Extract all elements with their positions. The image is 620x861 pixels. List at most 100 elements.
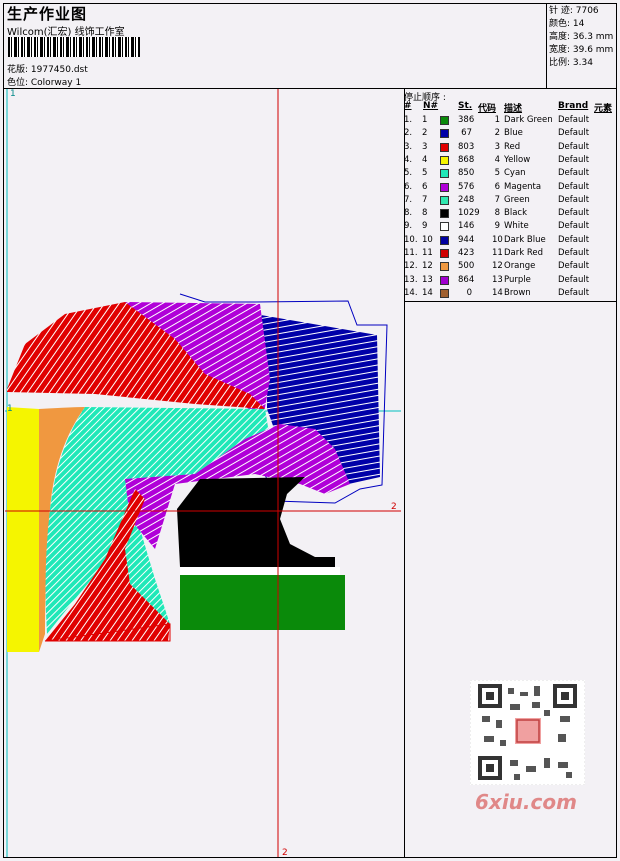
color-row: 1. 1 386 1 Dark Green Default xyxy=(404,115,616,128)
stitch-count-cell: 0 xyxy=(466,287,472,298)
stitch-count-cell: 850 xyxy=(458,168,475,179)
barcode xyxy=(8,37,140,57)
thread-color-swatch xyxy=(440,129,449,139)
color-code: 13 xyxy=(492,274,503,285)
thread-color-swatch xyxy=(440,262,449,272)
color-row: 4. 4 868 4 Yellow Default xyxy=(404,155,616,168)
thread-brand: Default xyxy=(558,141,590,152)
company-subtitle: Wilcom(汇宏) 线饰工作室 xyxy=(7,27,125,38)
row-number: 4. xyxy=(404,154,413,165)
color-description: Orange xyxy=(504,261,536,272)
row-number: 6. xyxy=(404,181,413,192)
color-code: 4 xyxy=(494,154,500,165)
needle-number: 11 xyxy=(422,248,433,258)
row-number: 9. xyxy=(404,221,413,232)
needle-number: 4 xyxy=(422,154,428,165)
thread-brand: Default xyxy=(558,287,590,298)
color-code: 11 xyxy=(492,248,503,258)
row-number: 7. xyxy=(404,194,413,205)
thread-brand: Default xyxy=(558,181,590,192)
color-description: Black xyxy=(504,208,527,219)
color-row: 3. 3 803 3 Red Default xyxy=(404,142,616,155)
row-number: 3. xyxy=(404,141,413,152)
color-row: 9. 9 146 9 White Default xyxy=(404,221,616,234)
file-name: 花版: 1977450.dst xyxy=(7,65,88,75)
needle-number: 3 xyxy=(422,141,428,152)
stitch-count-cell: 1029 xyxy=(458,208,480,219)
needle-number: 14 xyxy=(422,287,433,298)
color-description: Green xyxy=(504,194,530,205)
color-code: 5 xyxy=(494,168,500,179)
row-number: 14. xyxy=(404,287,418,298)
color-code: 1 xyxy=(494,115,500,125)
row-number: 11. xyxy=(404,248,418,258)
thread-brand: Default xyxy=(558,208,590,219)
color-row: 13. 13 864 13 Purple Default xyxy=(404,275,616,288)
needle-number: 1 xyxy=(422,115,428,125)
color-description: Dark Red xyxy=(504,248,544,258)
color-row: 5. 5 850 5 Cyan Default xyxy=(404,168,616,181)
thread-color-swatch xyxy=(440,182,449,192)
stitch-count-cell: 864 xyxy=(458,274,475,285)
colorway-label: 色位: Colorway 1 xyxy=(7,78,82,88)
thread-brand: Default xyxy=(558,274,590,285)
thread-brand: Default xyxy=(558,154,590,165)
row-number: 13. xyxy=(404,274,418,285)
axis-marker-cyan-left: 1 xyxy=(7,404,13,414)
thread-color-swatch xyxy=(440,155,449,165)
axis-marker-cyan-top: 1 xyxy=(10,89,16,99)
needle-number: 2 xyxy=(422,128,428,139)
thread-color-swatch xyxy=(440,288,449,298)
stitch-count-cell: 500 xyxy=(458,261,475,272)
col-header-st: St. xyxy=(458,101,473,111)
thread-brand: Default xyxy=(558,261,590,272)
qr-code xyxy=(470,680,585,785)
thread-brand: Default xyxy=(558,248,590,258)
color-code: 3 xyxy=(494,141,500,152)
thread-color-swatch xyxy=(440,275,449,285)
axis-marker-red-bottom: 2 xyxy=(282,848,288,858)
col-header-desc: 描述 xyxy=(504,104,523,114)
col-header-element: 元素 xyxy=(594,104,613,114)
thread-color-swatch xyxy=(440,222,449,232)
col-header-code: 代码 xyxy=(478,104,497,114)
row-number: 12. xyxy=(404,261,418,272)
stitch-count-cell: 248 xyxy=(458,194,475,205)
color-description: White xyxy=(504,221,529,232)
stitch-count-cell: 944 xyxy=(458,234,475,245)
design-width: 宽度: 39.6 mm xyxy=(549,45,614,55)
page-title: 生产作业图 xyxy=(7,5,88,23)
needle-number: 10 xyxy=(422,234,433,245)
thread-color-swatch xyxy=(440,249,449,258)
color-row: 6. 6 576 6 Magenta Default xyxy=(404,182,616,195)
thread-brand: Default xyxy=(558,115,590,125)
color-description: Brown xyxy=(504,287,531,298)
row-number: 2. xyxy=(404,128,413,139)
embroidery-design-preview xyxy=(5,89,401,857)
color-code: 8 xyxy=(494,208,500,219)
thread-color-swatch xyxy=(440,169,449,179)
thread-brand: Default xyxy=(558,194,590,205)
needle-number: 12 xyxy=(422,261,433,272)
color-description: Yellow xyxy=(504,154,531,165)
thread-color-swatch xyxy=(440,235,449,245)
thread-color-swatch xyxy=(440,116,449,125)
axis-marker-red-right: 2 xyxy=(391,502,397,512)
thread-color-swatch xyxy=(440,195,449,205)
color-row: 14. 14 0 14 Brown Default xyxy=(404,288,616,301)
color-row: 8. 8 1029 8 Black Default xyxy=(404,208,616,221)
stitch-count-cell: 803 xyxy=(458,141,475,152)
color-row: 11. 11 423 11 Dark Red Default xyxy=(404,248,616,261)
row-number: 5. xyxy=(404,168,413,179)
color-description: Purple xyxy=(504,274,531,285)
color-row: 10. 10 944 10 Dark Blue Default xyxy=(404,235,616,248)
thread-brand: Default xyxy=(558,234,590,245)
col-header-num: # xyxy=(404,101,412,111)
color-code: 6 xyxy=(494,181,500,192)
needle-number: 7 xyxy=(422,194,428,205)
color-row: 12. 12 500 12 Orange Default xyxy=(404,261,616,274)
color-code: 2 xyxy=(494,128,500,139)
needle-number: 8 xyxy=(422,208,428,219)
table-bottom-rule xyxy=(404,301,617,302)
thread-brand: Default xyxy=(558,221,590,232)
